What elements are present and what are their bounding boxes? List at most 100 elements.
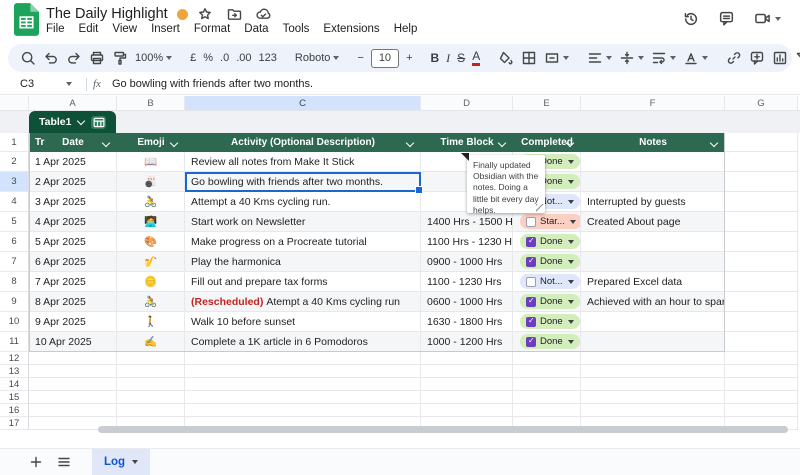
borders-button[interactable] (521, 50, 537, 66)
cell-emoji[interactable]: 🪙 (117, 272, 185, 292)
status-chip[interactable]: Done (520, 334, 580, 349)
insert-comment-button[interactable] (749, 50, 765, 66)
cell-outside-table[interactable] (725, 212, 798, 232)
cell-time-block[interactable]: 1630 - 1800 Hrs (421, 312, 513, 332)
cell-date[interactable]: 9 Apr 2025 (29, 312, 117, 332)
cell-completed[interactable]: Done (513, 232, 581, 252)
cell-notes[interactable] (581, 152, 725, 172)
empty-cell[interactable] (581, 352, 725, 365)
increase-decimal-button[interactable]: .00 (236, 52, 251, 64)
sheet-tab-log[interactable]: Log (92, 449, 150, 475)
empty-cell[interactable] (29, 352, 117, 365)
cell-activity[interactable]: Attempt a 40 Kms cycling run. (185, 192, 421, 212)
all-sheets-button[interactable] (50, 454, 78, 470)
table-grid-icon[interactable] (91, 116, 106, 129)
insert-link-button[interactable] (726, 50, 742, 66)
cell-outside-table[interactable] (725, 172, 798, 192)
column-header-d[interactable]: D (421, 96, 513, 110)
row-header-3[interactable]: 3 (0, 172, 29, 192)
row-header-12[interactable]: 12 (0, 352, 29, 365)
column-header-e[interactable]: E (513, 96, 581, 110)
checked-checkbox-icon[interactable] (526, 237, 536, 247)
cell-emoji[interactable]: 🚶 (117, 312, 185, 332)
table-column-header-date[interactable]: TrDate (29, 133, 117, 152)
paint-format-button[interactable] (112, 50, 128, 66)
more-formats-button[interactable]: 123 (259, 52, 277, 64)
menu-view[interactable]: View (105, 23, 144, 35)
cell-emoji[interactable]: ✍️ (117, 332, 185, 352)
sheets-logo-icon[interactable] (14, 3, 39, 41)
empty-cell[interactable] (421, 365, 513, 378)
cell-emoji[interactable]: 🎷 (117, 252, 185, 272)
menu-tools[interactable]: Tools (276, 23, 317, 35)
row-header-16[interactable]: 16 (0, 404, 29, 417)
status-chip[interactable]: Done (520, 314, 580, 329)
cloud-check-button[interactable] (255, 6, 271, 22)
cell-time-block[interactable]: 0900 - 1000 Hrs (421, 252, 513, 272)
cell-activity[interactable]: Go bowling with friends after two months… (185, 172, 421, 192)
cell-outside-table[interactable] (725, 292, 798, 312)
cell-notes[interactable] (581, 252, 725, 272)
filter-button[interactable] (795, 50, 800, 66)
row-header-2[interactable]: 2 (0, 152, 29, 172)
text-color-button[interactable]: A (472, 50, 480, 66)
empty-cell[interactable] (725, 352, 798, 365)
checked-checkbox-icon[interactable] (526, 337, 536, 347)
cell-outside-table[interactable] (725, 252, 798, 272)
horizontal-scrollbar[interactable] (98, 426, 788, 433)
cell-emoji[interactable]: 🚴 (117, 192, 185, 212)
vertical-align-button[interactable] (619, 50, 644, 66)
column-header-b[interactable]: B (117, 96, 185, 110)
row-header-11[interactable]: 11 (0, 332, 29, 352)
checked-checkbox-icon[interactable] (526, 257, 536, 267)
column-header-c[interactable]: C (185, 96, 421, 110)
cell-activity[interactable]: Fill out and prepare tax forms (185, 272, 421, 292)
empty-cell[interactable] (185, 404, 421, 417)
table-column-header-activity[interactable]: Activity (Optional Description) (185, 133, 421, 152)
cell-completed[interactable]: Not... (513, 272, 581, 292)
status-chip[interactable]: Done (520, 254, 580, 269)
row-header-1[interactable]: 1 (0, 133, 29, 152)
row-header-13[interactable]: 13 (0, 365, 29, 378)
cell-notes[interactable] (581, 232, 725, 252)
table-column-header-notes[interactable]: Notes (581, 133, 725, 152)
row-header-6[interactable]: 6 (0, 232, 29, 252)
fill-color-button[interactable] (498, 50, 514, 66)
cell-activity[interactable]: Start work on Newsletter (185, 212, 421, 232)
strikethrough-button[interactable]: S (457, 51, 465, 65)
cell-g1[interactable] (725, 133, 798, 152)
empty-cell[interactable] (513, 352, 581, 365)
increase-font-size-button[interactable]: + (406, 52, 412, 64)
font-button[interactable]: Roboto (295, 52, 339, 64)
cell-completed[interactable]: Done (513, 252, 581, 272)
status-chip[interactable]: Star... (520, 214, 581, 229)
cell-completed[interactable]: Done (513, 312, 581, 332)
document-title[interactable]: The Daily Highlight (46, 6, 168, 22)
row-header-14[interactable]: 14 (0, 378, 29, 391)
cell-date[interactable]: 4 Apr 2025 (29, 212, 117, 232)
empty-cell[interactable] (185, 391, 421, 404)
empty-cell[interactable] (725, 378, 798, 391)
cell-time-block[interactable]: 1100 Hrs - 1230 Hrs (421, 232, 513, 252)
empty-cell[interactable] (29, 391, 117, 404)
menu-data[interactable]: Data (237, 23, 275, 35)
checked-checkbox-icon[interactable] (526, 297, 536, 307)
cell-time-block[interactable]: 1400 Hrs - 1500 Hrs (421, 212, 513, 232)
zoom-button[interactable]: 100% (135, 52, 172, 64)
empty-cell[interactable] (117, 391, 185, 404)
empty-cell[interactable] (117, 378, 185, 391)
star-button[interactable] (197, 6, 213, 22)
select-all-corner[interactable] (0, 96, 29, 110)
cell-time-block[interactable]: 1000 - 1200 Hrs (421, 332, 513, 352)
menu-edit[interactable]: Edit (72, 23, 106, 35)
move-folder-button[interactable] (226, 6, 242, 22)
row-header-7[interactable]: 7 (0, 252, 29, 272)
cell-activity[interactable]: Play the harmonica (185, 252, 421, 272)
cell-date[interactable]: 2 Apr 2025 (29, 172, 117, 192)
fill-handle[interactable] (415, 186, 423, 194)
empty-cell[interactable] (513, 404, 581, 417)
status-chip[interactable]: Not... (520, 274, 580, 289)
empty-cell[interactable] (421, 391, 513, 404)
cell-notes[interactable] (581, 332, 725, 352)
decrease-decimal-button[interactable]: .0 (220, 52, 229, 64)
